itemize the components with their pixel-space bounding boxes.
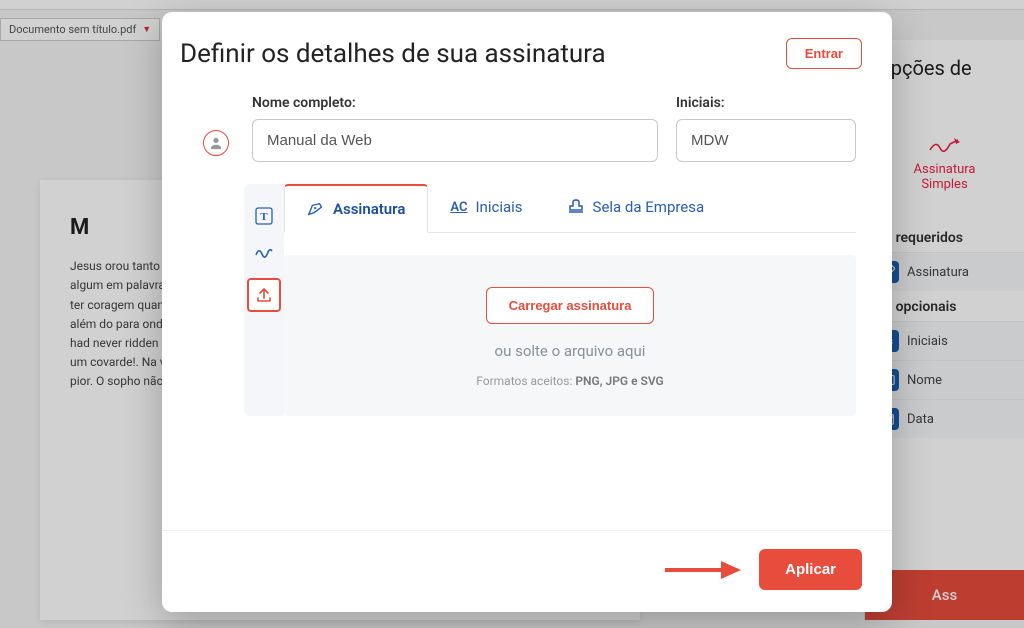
tab-initials[interactable]: AC Iniciais [428,184,544,232]
signature-method-rail: T [244,184,284,416]
text-t-icon: T [255,207,273,225]
pen-nib-icon [307,201,325,217]
tab-label: Sela da Empresa [593,198,705,216]
upload-method[interactable] [249,280,279,310]
pointer-arrow-icon [663,558,743,582]
type-text-method[interactable]: T [252,204,276,228]
modal-footer: Aplicar [162,530,892,612]
draw-squiggle-icon [254,245,274,263]
user-avatar-icon [203,130,229,156]
full-name-label: Nome completo: [252,95,658,111]
initials-ac-icon: AC [450,200,467,215]
signature-main-panel: Assinatura AC Iniciais Sela da Empresa [284,184,856,416]
draw-method[interactable] [252,242,276,266]
upload-dropzone[interactable]: Carregar assinatura ou solte o arquivo a… [284,255,856,416]
full-name-input[interactable] [252,119,658,162]
formats-list: PNG, JPG e SVG [575,374,663,388]
tab-signature[interactable]: Assinatura [284,184,428,233]
apply-button[interactable]: Aplicar [759,549,862,590]
tab-label: Iniciais [475,198,522,216]
modal-header: Definir os detalhes de sua assinatura En… [162,12,892,79]
signature-tabs: Assinatura AC Iniciais Sela da Empresa [284,184,856,233]
full-name-group: Nome completo: [252,95,658,162]
stamp-icon [567,198,585,216]
signature-area: T [244,184,856,416]
drop-hint-text: ou solte o arquivo aqui [304,342,836,360]
modal-title: Definir os detalhes de sua assinatura [180,39,606,69]
tab-label: Assinatura [333,200,405,218]
formats-prefix: Formatos aceitos: [476,374,575,388]
avatar-column [198,130,234,162]
initials-input[interactable] [676,119,856,162]
upload-signature-button[interactable]: Carregar assinatura [486,287,655,324]
accepted-formats: Formatos aceitos: PNG, JPG e SVG [304,374,836,388]
signature-details-modal: Definir os detalhes de sua assinatura En… [162,12,892,612]
upload-icon [255,286,273,304]
svg-text:T: T [260,211,268,223]
initials-label: Iniciais: [676,95,856,111]
name-form-row: Nome completo: Iniciais: [198,95,856,162]
login-button[interactable]: Entrar [786,38,862,69]
modal-body: Nome completo: Iniciais: T [162,79,892,530]
initials-group: Iniciais: [676,95,856,162]
tab-company-stamp[interactable]: Sela da Empresa [545,184,727,232]
